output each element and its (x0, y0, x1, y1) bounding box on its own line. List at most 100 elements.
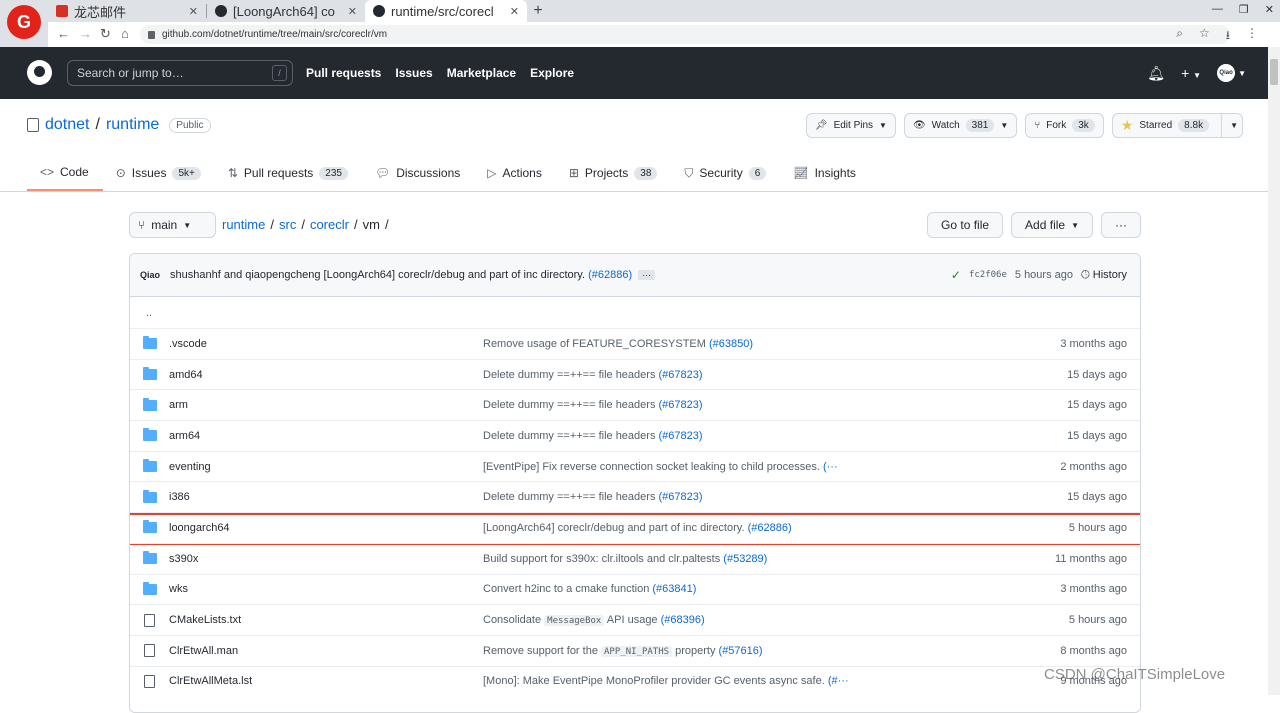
fork-button[interactable]: ⑂ Fork 3k (1025, 113, 1104, 138)
commit-message-tail[interactable]: API usage (607, 614, 658, 626)
file-row[interactable]: ClrEtwAllMeta.lst [Mono]: Make EventPipe … (130, 665, 1140, 697)
directory-row[interactable]: amd64 Delete dummy ==++== file headers (#… (130, 358, 1140, 390)
pr-link[interactable]: (#67823) (659, 369, 703, 381)
nav-pull-requests[interactable]: Pull requests (306, 66, 381, 80)
new-tab-icon[interactable]: + (527, 0, 549, 22)
file-name[interactable]: CMakeLists.txt (169, 614, 483, 626)
more-options-button[interactable]: ··· (1101, 212, 1141, 238)
pr-link[interactable]: (··· (823, 461, 838, 473)
restore-icon[interactable]: ❐ (1239, 3, 1249, 16)
history-link[interactable]: 🕓︎ History (1081, 269, 1127, 282)
commit-message[interactable]: Convert h2inc to a cmake function (483, 583, 649, 595)
file-name[interactable]: wks (169, 583, 483, 595)
pr-link[interactable]: (#63850) (709, 338, 753, 350)
pr-link[interactable]: (#62886) (748, 522, 792, 534)
commit-pr-link[interactable]: (#62886) (588, 269, 632, 281)
tab-insights[interactable]: 📈︎ Insights (780, 155, 870, 191)
file-name[interactable]: ClrEtwAllMeta.lst (169, 675, 483, 687)
file-name[interactable]: eventing (169, 461, 483, 473)
address-bar[interactable]: github.com/dotnet/runtime/tree/main/src/… (140, 25, 1230, 44)
github-logo-icon[interactable] (27, 60, 52, 85)
scrollbar-thumb[interactable] (1270, 59, 1278, 85)
commit-message[interactable]: [LoongArch64] coreclr/debug and part of … (324, 269, 586, 281)
file-name[interactable]: i386 (169, 491, 483, 503)
commit-message[interactable]: [Mono]: Make EventPipe MonoProfiler prov… (483, 675, 825, 687)
commit-message[interactable]: Delete dummy ==++== file headers (483, 399, 655, 411)
bookmark-star-icon[interactable]: ☆ (1199, 26, 1210, 47)
commit-message[interactable]: [LoongArch64] coreclr/debug and part of … (483, 522, 745, 534)
tab-actions[interactable]: ▷ Actions (474, 155, 556, 191)
search-input[interactable]: Search or jump to… / (67, 60, 293, 86)
file-row[interactable]: ClrEtwAll.man Remove support for the APP_… (130, 634, 1140, 666)
tab-code[interactable]: <> Code (27, 155, 103, 191)
pr-link[interactable]: (#57616) (719, 645, 763, 657)
menu-kebab-icon[interactable]: ⋮ (1246, 26, 1258, 47)
pr-link[interactable]: (#63841) (652, 583, 696, 595)
directory-row[interactable]: loongarch64 [LoongArch64] coreclr/debug a… (130, 512, 1140, 545)
home-icon[interactable]: ⌂ (121, 26, 129, 41)
parent-dir-link[interactable]: .. (146, 307, 152, 319)
pr-link[interactable]: (#53289) (723, 553, 767, 565)
commit-authors[interactable]: shushanhf and qiaopengcheng (170, 269, 320, 281)
tab-discussions[interactable]: 💬︎ Discussions (362, 155, 474, 191)
close-icon[interactable]: ✕ (189, 5, 198, 18)
directory-row[interactable]: arm Delete dummy ==++== file headers (#67… (130, 389, 1140, 420)
tab-security[interactable]: ⛉ Security 6 (671, 155, 780, 191)
user-menu[interactable]: Qiao ▼ (1217, 64, 1246, 82)
directory-row[interactable]: s390x Build support for s390x: clr.iltool… (130, 542, 1140, 574)
starred-button[interactable]: ★ Starred 8.8k ▼ (1111, 113, 1243, 138)
commit-message[interactable]: Delete dummy ==++== file headers (483, 369, 655, 381)
directory-row[interactable]: eventing [EventPipe] Fix reverse connecti… (130, 450, 1140, 482)
commit-message[interactable]: Delete dummy ==++== file headers (483, 491, 655, 503)
file-name[interactable]: .vscode (169, 338, 483, 350)
commit-sha[interactable]: fc2f06e (969, 270, 1007, 280)
avatar[interactable]: Qiao (140, 270, 160, 280)
file-name[interactable]: arm64 (169, 430, 483, 442)
check-icon[interactable]: ✓ (951, 268, 961, 282)
bell-icon[interactable]: 🔔︎ (1147, 65, 1165, 82)
browser-tab-active[interactable]: runtime/src/corecl ✕ (365, 0, 527, 22)
file-name[interactable]: s390x (169, 553, 483, 565)
reload-icon[interactable]: ↻ (100, 26, 111, 42)
commit-message[interactable]: Build support for s390x: clr.iltools and… (483, 553, 720, 565)
pr-link[interactable]: (#67823) (659, 399, 703, 411)
add-file-button[interactable]: Add file ▼ (1011, 212, 1093, 238)
breadcrumb-link[interactable]: coreclr (310, 217, 349, 232)
tab-issues[interactable]: ⊙ Issues 5k+ (103, 155, 215, 191)
parent-dir-row[interactable]: .. (130, 297, 1140, 328)
nav-explore[interactable]: Explore (530, 66, 574, 80)
commit-message[interactable]: Delete dummy ==++== file headers (483, 430, 655, 442)
file-name[interactable]: ClrEtwAll.man (169, 645, 483, 657)
watch-button[interactable]: 👁︎ Watch 381 ▼ (903, 113, 1018, 138)
directory-row[interactable]: .vscode Remove usage of FEATURE_CORESYSTE… (130, 328, 1140, 359)
back-icon[interactable]: ← (57, 26, 70, 41)
file-name[interactable]: arm (169, 399, 483, 411)
commit-message-tail[interactable]: property (675, 645, 715, 657)
close-window-icon[interactable]: ✕ (1265, 3, 1274, 16)
repo-name-link[interactable]: runtime (106, 116, 159, 134)
expand-commit-button[interactable]: ··· (638, 270, 656, 280)
go-to-file-button[interactable]: Go to file (927, 212, 1004, 238)
close-icon[interactable]: ✕ (348, 5, 357, 18)
commit-message[interactable]: Remove support for the (483, 645, 598, 657)
scrollbar[interactable] (1268, 47, 1280, 695)
repo-owner-link[interactable]: dotnet (45, 116, 89, 134)
commit-message[interactable]: [EventPipe] Fix reverse connection socke… (483, 461, 820, 473)
edit-pins-button[interactable]: 📌︎ Edit Pins ▼ (805, 113, 896, 138)
directory-row[interactable]: i386 Delete dummy ==++== file headers (#6… (130, 481, 1140, 512)
pr-link[interactable]: (#68396) (661, 614, 705, 626)
tab-projects[interactable]: ⊞ Projects 38 (556, 155, 672, 191)
pr-link[interactable]: (#67823) (659, 491, 703, 503)
file-name[interactable]: loongarch64 (169, 522, 483, 534)
tab-pull-requests[interactable]: ⇅ Pull requests 235 (215, 155, 362, 191)
browser-tab[interactable]: 龙芯邮件 ✕ (48, 0, 206, 22)
close-icon[interactable]: ✕ (510, 5, 519, 18)
directory-row[interactable]: arm64 Delete dummy ==++== file headers (#… (130, 420, 1140, 451)
nav-issues[interactable]: Issues (395, 66, 432, 80)
file-name[interactable]: amd64 (169, 369, 483, 381)
star-list-dropdown[interactable]: ▼ (1221, 113, 1238, 138)
forward-icon[interactable]: → (79, 26, 92, 41)
download-icon[interactable]: ⭳ (1226, 26, 1230, 47)
pr-link[interactable]: (#··· (828, 675, 849, 687)
file-row[interactable]: CMakeLists.txt Consolidate MessageBox API… (130, 604, 1140, 635)
